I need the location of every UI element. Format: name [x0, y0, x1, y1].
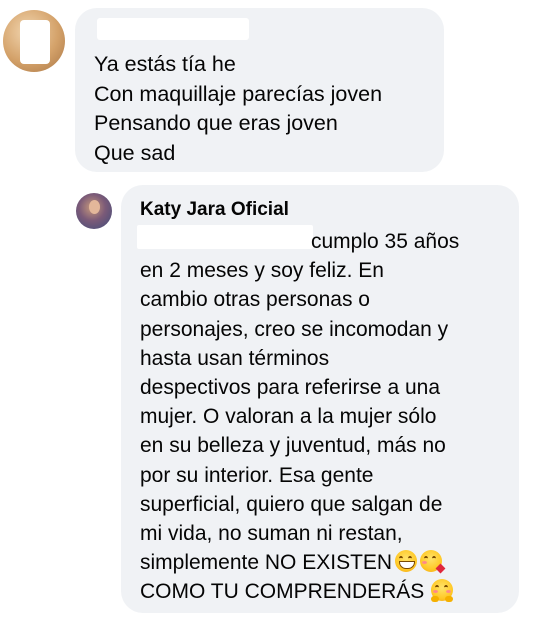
reply-line: simplemente NO EXISTEN [140, 548, 459, 577]
commenter-avatar[interactable] [3, 10, 65, 72]
reply-line: cambio otras personas o [140, 288, 370, 312]
reply-line: COMO TU COMPRENDERÁS [140, 577, 459, 606]
reply-bubble: Katy Jara Oficial cumplo 35 años en 2 me… [121, 185, 519, 613]
emoji-blush [422, 561, 428, 565]
avatar-redaction [20, 20, 50, 64]
avatar-face [89, 200, 100, 214]
comment-line: Ya estás tía he [94, 52, 236, 76]
reply-author-avatar[interactable] [76, 193, 112, 229]
comment-bubble: Ya estás tía he Con maquillaje parecías … [75, 8, 444, 172]
emoji-mouth [399, 561, 416, 570]
reply-author-name[interactable]: Katy Jara Oficial [140, 198, 289, 222]
emoji-hand [445, 596, 454, 603]
reply-line: cumplo 35 años [140, 227, 459, 256]
comment-text: Ya estás tía he Con maquillaje parecías … [94, 50, 382, 168]
commenter-name-redacted[interactable] [97, 18, 249, 40]
reply-line: personajes, creo se incomodan y [140, 317, 449, 341]
emoji-hand [431, 596, 440, 603]
comment-line: Con maquillaje parecías joven [94, 81, 383, 106]
emoji-eye [432, 556, 437, 561]
face-blowing-kiss-emoji [420, 550, 446, 574]
reply-line: mujer. O valoran a la mujer sólo [140, 405, 437, 429]
comment-line: Pensando que eras joven [94, 111, 338, 135]
reply-line-text: simplemente NO EXISTEN [140, 551, 393, 575]
reply-line: superficial, quiero que salgan de [140, 492, 443, 516]
reply-line: en su belleza y juventud, más no [140, 434, 446, 458]
reply-line: despectivos para referirse a una [140, 376, 440, 400]
emoji-blush [446, 590, 452, 594]
grinning-face-emoji [395, 550, 418, 573]
reply-line-text: cumplo 35 años [311, 230, 460, 253]
reply-line: hasta usan términos [140, 346, 330, 370]
heart-icon [435, 563, 446, 574]
reply-line: por su interior. Esa gente [140, 463, 374, 487]
emoji-blush [433, 590, 439, 594]
reply-line-text: COMO TU COMPRENDERÁS [140, 580, 425, 604]
comment-line: Que sad [94, 140, 176, 165]
hugging-face-emoji [431, 579, 454, 603]
reply-line: en 2 meses y soy feliz. En [140, 259, 384, 283]
reply-text: cumplo 35 años en 2 meses y soy feliz. E… [140, 227, 459, 607]
reply-line: mi vida, no suman ni restan, [140, 522, 403, 546]
